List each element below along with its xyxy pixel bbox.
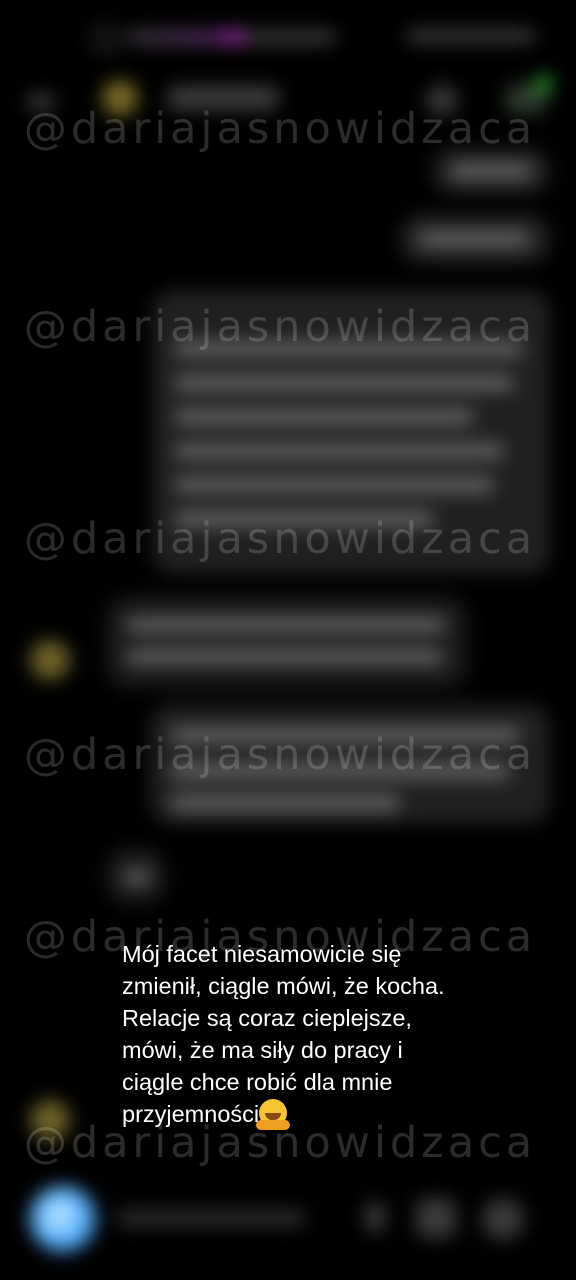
- message-input[interactable]: [116, 1210, 306, 1226]
- status-icons: [406, 30, 536, 42]
- watermark-text: @dariajasnowidzaca: [23, 514, 537, 564]
- app-logo-icon: [92, 26, 118, 52]
- camera-button[interactable]: [30, 1186, 96, 1252]
- testimonial-caption: Mój facet niesamowicie się zmienił, ciąg…: [122, 938, 542, 1130]
- microphone-icon[interactable]: [366, 1202, 384, 1232]
- message-bubble-outgoing: [432, 148, 550, 194]
- watermark-text: @dariajasnowidzaca: [23, 302, 537, 352]
- watermark-text: @dariajasnowidzaca: [23, 730, 537, 780]
- hugging-face-emoji-icon: [256, 1099, 291, 1130]
- message-bubble-incoming: [106, 596, 468, 688]
- gallery-icon[interactable]: [416, 1198, 456, 1238]
- contact-avatar-small: [30, 640, 70, 680]
- status-bar: [0, 0, 576, 72]
- sticker-icon[interactable]: [482, 1198, 524, 1240]
- message-bubble-outgoing: [400, 214, 550, 264]
- message-composer: [0, 1180, 576, 1260]
- watermark-text: @dariajasnowidzaca: [23, 104, 537, 154]
- message-bubble-incoming: [106, 848, 166, 904]
- status-notification-pill: [126, 30, 336, 44]
- caption-text: Mój facet niesamowicie się zmienił, ciąg…: [122, 941, 445, 1127]
